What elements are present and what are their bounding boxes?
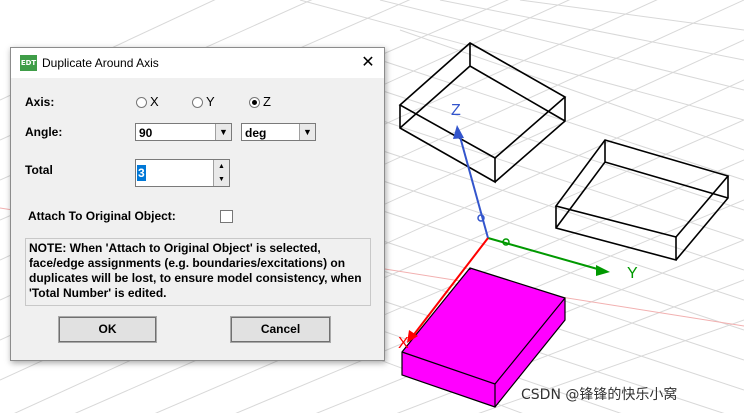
axis-radio-x-label: X: [150, 94, 159, 109]
axis-radio-x[interactable]: X: [136, 94, 159, 109]
ok-button[interactable]: OK: [58, 316, 157, 343]
wire-box-2: [554, 139, 730, 262]
angle-unit-combobox[interactable]: deg ▼: [241, 123, 316, 141]
note-text: NOTE: When 'Attach to Original Object' i…: [25, 238, 371, 306]
axis-label-x: X: [398, 335, 409, 352]
attach-checkbox[interactable]: [220, 210, 233, 223]
angle-combobox[interactable]: 90 ▼: [135, 123, 232, 141]
angle-value: 90: [139, 126, 153, 140]
radio-circle-icon: [136, 97, 147, 109]
spin-up-icon[interactable]: ▲: [213, 160, 229, 174]
spin-down-icon[interactable]: ▼: [213, 173, 229, 186]
cancel-button[interactable]: Cancel: [230, 316, 331, 343]
axis-label-z: Z: [451, 102, 461, 119]
chevron-down-icon[interactable]: ▼: [215, 124, 231, 140]
total-label: Total: [25, 163, 53, 177]
radio-selected-icon: [249, 97, 260, 109]
radio-circle-icon: [192, 97, 203, 109]
axis-label: Axis:: [25, 95, 55, 109]
axis-radio-z-label: Z: [263, 94, 271, 109]
watermark: CSDN @锋锋的快乐小窝: [521, 387, 678, 403]
axis-label-y: Y: [627, 265, 638, 282]
total-value[interactable]: 3: [137, 165, 146, 181]
dialog-title: Duplicate Around Axis: [42, 56, 159, 70]
axis-radio-y-label: Y: [206, 94, 215, 109]
angle-label: Angle:: [25, 125, 63, 139]
total-spinbox[interactable]: 3 ▲ ▼: [135, 159, 230, 187]
title-bar[interactable]: EDT Duplicate Around Axis ✕: [11, 48, 384, 78]
attach-label: Attach To Original Object:: [28, 209, 176, 223]
duplicate-around-axis-dialog: EDT Duplicate Around Axis ✕ Axis: X Y Z …: [10, 47, 385, 361]
app-icon: EDT: [20, 55, 37, 71]
axis-radio-z[interactable]: Z: [249, 94, 271, 109]
chevron-down-icon[interactable]: ▼: [299, 124, 315, 140]
axis-radio-y[interactable]: Y: [192, 94, 215, 109]
close-icon[interactable]: ✕: [358, 53, 378, 73]
angle-unit-value: deg: [245, 126, 267, 140]
